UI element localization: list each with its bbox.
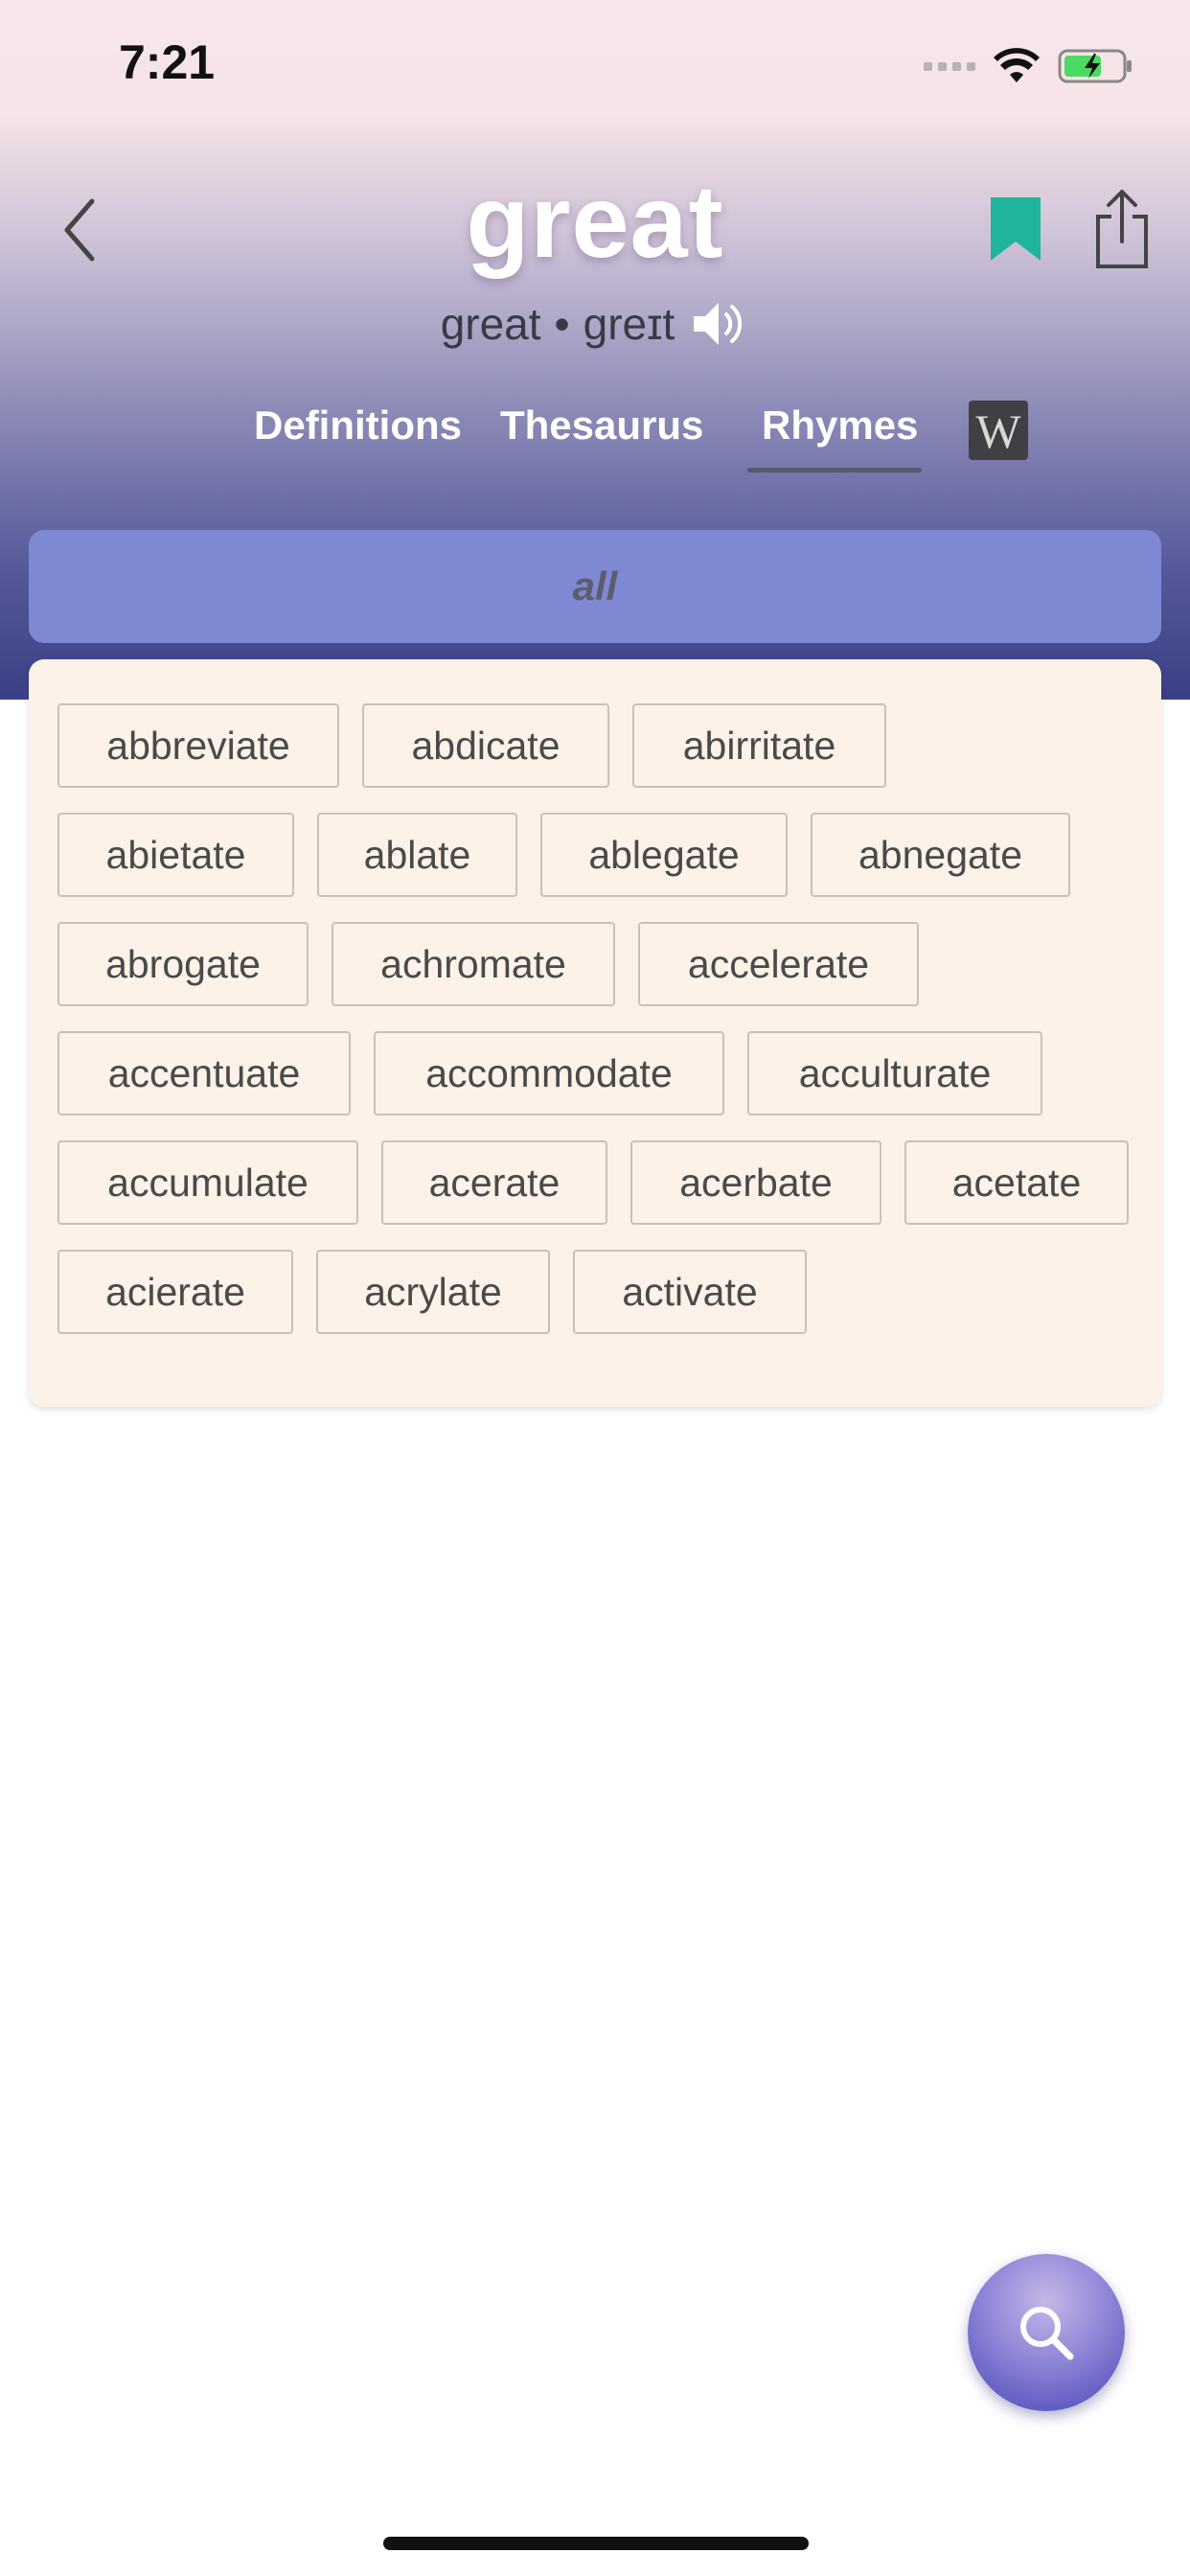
rhyme-chip[interactable]: accommodate — [374, 1031, 724, 1116]
wifi-icon — [994, 48, 1040, 82]
tab-definitions[interactable]: Definitions — [254, 402, 462, 448]
rhyme-chip[interactable]: abnegate — [811, 813, 1070, 897]
rhyme-chip[interactable]: acculturate — [747, 1031, 1042, 1116]
pronunciation-ipa: greɪt — [583, 299, 675, 349]
cellular-signal-icon — [924, 61, 975, 71]
rhyme-chip[interactable]: acetate — [904, 1140, 1129, 1225]
rhymes-card: abbreviate abdicate abirritate abietate … — [29, 659, 1161, 1407]
wikipedia-icon[interactable]: W — [969, 401, 1028, 460]
pronunciation-word: great — [440, 299, 541, 349]
search-button[interactable] — [968, 2254, 1125, 2411]
filter-selector[interactable]: all — [29, 530, 1161, 643]
filter-label: all — [572, 564, 618, 609]
pronunciation-separator: • — [554, 299, 570, 349]
status-time: 7:21 — [119, 35, 216, 89]
pronunciation-row: great • greɪt — [0, 293, 1190, 355]
bookmark-icon[interactable] — [989, 196, 1042, 263]
rhyme-chip[interactable]: ablegate — [540, 813, 788, 897]
rhyme-chip[interactable]: achromate — [332, 922, 615, 1006]
share-icon[interactable] — [1092, 188, 1152, 270]
rhyme-chip[interactable]: accumulate — [57, 1140, 358, 1225]
battery-icon — [1058, 49, 1132, 83]
rhyme-chip[interactable]: accentuate — [57, 1031, 351, 1116]
rhyme-chip[interactable]: acierate — [57, 1250, 293, 1334]
speaker-icon[interactable] — [688, 293, 749, 355]
rhyme-chip[interactable]: accelerate — [638, 922, 919, 1006]
rhyme-chip[interactable]: abdicate — [362, 703, 609, 788]
rhyme-chip[interactable]: abrogate — [57, 922, 309, 1006]
rhyme-chip[interactable]: abietate — [57, 813, 294, 897]
rhyme-chip[interactable]: ablate — [317, 813, 517, 897]
tab-selected-indicator — [747, 468, 922, 472]
search-icon — [1020, 2307, 1074, 2360]
rhyme-chip[interactable]: abbreviate — [57, 703, 339, 788]
rhyme-chip[interactable]: activate — [573, 1250, 807, 1334]
tab-thesaurus[interactable]: Thesaurus — [500, 402, 703, 448]
rhyme-chip[interactable]: acerbate — [630, 1140, 881, 1225]
rhyme-chip[interactable]: acerate — [381, 1140, 607, 1225]
tab-rhymes[interactable]: Rhymes — [762, 402, 918, 448]
rhyme-chip[interactable]: acrylate — [316, 1250, 550, 1334]
home-indicator — [383, 2537, 809, 2550]
status-icons — [924, 42, 1134, 90]
rhyme-chip[interactable]: abirritate — [632, 703, 886, 788]
